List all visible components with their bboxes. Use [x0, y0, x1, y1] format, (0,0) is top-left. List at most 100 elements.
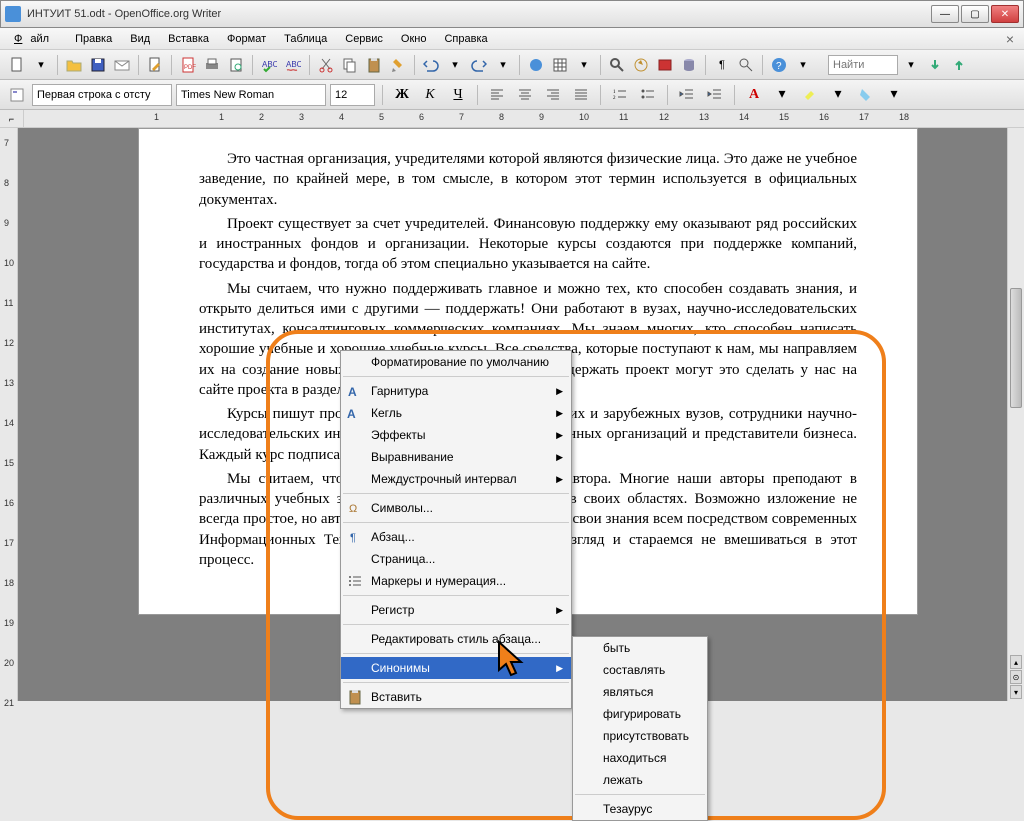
- export-pdf-button[interactable]: PDF: [177, 54, 199, 76]
- bgcolor-button[interactable]: [854, 84, 878, 106]
- preview-button[interactable]: [225, 54, 247, 76]
- ctx-symbols[interactable]: ΩСимволы...: [341, 497, 571, 519]
- prev-page-button[interactable]: ▴: [1010, 655, 1022, 669]
- synonym-item[interactable]: лежать: [573, 769, 707, 791]
- find-button[interactable]: [606, 54, 628, 76]
- paste-button[interactable]: [363, 54, 385, 76]
- ctx-default-format[interactable]: Форматирование по умолчанию: [341, 351, 571, 373]
- hyperlink-button[interactable]: [525, 54, 547, 76]
- ctx-edit-style[interactable]: Редактировать стиль абзаца...: [341, 628, 571, 650]
- search-down-button[interactable]: [924, 54, 946, 76]
- search-input[interactable]: [828, 55, 898, 75]
- menu-help[interactable]: Справка: [436, 31, 495, 47]
- bgcolor-dropdown[interactable]: ▾: [882, 84, 906, 106]
- menu-format[interactable]: Формат: [219, 31, 274, 47]
- menu-insert[interactable]: Вставка: [160, 31, 217, 47]
- new-doc-button[interactable]: [6, 54, 28, 76]
- ctx-paragraph[interactable]: ¶Абзац...: [341, 526, 571, 548]
- redo-button[interactable]: [468, 54, 490, 76]
- edit-doc-button[interactable]: [144, 54, 166, 76]
- synonym-item[interactable]: являться: [573, 681, 707, 703]
- ctx-synonyms[interactable]: Синонимы▶: [341, 657, 571, 679]
- ctx-case[interactable]: Регистр▶: [341, 599, 571, 621]
- email-button[interactable]: [111, 54, 133, 76]
- cut-button[interactable]: [315, 54, 337, 76]
- menu-service[interactable]: Сервис: [337, 31, 391, 47]
- synonym-item[interactable]: находиться: [573, 747, 707, 769]
- navigator-button[interactable]: [630, 54, 652, 76]
- ctx-size[interactable]: AКегль▶: [341, 402, 571, 424]
- menu-window[interactable]: Окно: [393, 31, 435, 47]
- synonym-item[interactable]: быть: [573, 637, 707, 659]
- redo-dropdown[interactable]: ▾: [492, 54, 514, 76]
- autospell-button[interactable]: ABC: [282, 54, 304, 76]
- ctx-font[interactable]: AГарнитура▶: [341, 380, 571, 402]
- ctx-effects[interactable]: Эффекты▶: [341, 424, 571, 446]
- align-justify-button[interactable]: [569, 84, 593, 106]
- open-button[interactable]: [63, 54, 85, 76]
- menu-view[interactable]: Вид: [122, 31, 158, 47]
- ctx-page[interactable]: Страница...: [341, 548, 571, 570]
- help-button[interactable]: ?: [768, 54, 790, 76]
- font-color-button[interactable]: A: [742, 84, 766, 106]
- next-page-button[interactable]: ▾: [1010, 685, 1022, 699]
- save-button[interactable]: [87, 54, 109, 76]
- format-brush-button[interactable]: [387, 54, 409, 76]
- vertical-scrollbar[interactable]: ▴ ⊙ ▾: [1007, 128, 1024, 701]
- search-up-button[interactable]: [948, 54, 970, 76]
- styles-window-button[interactable]: [6, 84, 28, 106]
- highlight-button[interactable]: [798, 84, 822, 106]
- italic-button[interactable]: К: [418, 84, 442, 106]
- datasources-button[interactable]: [678, 54, 700, 76]
- menu-file[interactable]: Файл: [6, 31, 65, 47]
- print-button[interactable]: [201, 54, 223, 76]
- vertical-ruler[interactable]: 7 8 9 10 11 12 13 14 15 16 17 18 19 20 2…: [0, 128, 18, 701]
- menu-edit[interactable]: Правка: [67, 31, 120, 47]
- table-button[interactable]: [549, 54, 571, 76]
- minimize-button[interactable]: ―: [931, 5, 959, 23]
- synonym-item[interactable]: присутствовать: [573, 725, 707, 747]
- font-color-dropdown[interactable]: ▾: [770, 84, 794, 106]
- table-dropdown[interactable]: ▾: [573, 54, 595, 76]
- decrease-indent-button[interactable]: [675, 84, 699, 106]
- close-button[interactable]: ✕: [991, 5, 1019, 23]
- maximize-button[interactable]: ▢: [961, 5, 989, 23]
- increase-indent-button[interactable]: [703, 84, 727, 106]
- font-name-combo[interactable]: [176, 84, 326, 106]
- font-size-combo[interactable]: [330, 84, 375, 106]
- close-document-button[interactable]: ×: [1002, 31, 1018, 47]
- gallery-button[interactable]: [654, 54, 676, 76]
- ctx-bullets[interactable]: Маркеры и нумерация...: [341, 570, 571, 592]
- highlight-dropdown[interactable]: ▾: [826, 84, 850, 106]
- thesaurus-item[interactable]: Тезаурус: [573, 798, 707, 820]
- undo-dropdown[interactable]: ▾: [444, 54, 466, 76]
- align-center-button[interactable]: [513, 84, 537, 106]
- search-dropdown[interactable]: ▾: [900, 54, 922, 76]
- nonprinting-button[interactable]: ¶: [711, 54, 733, 76]
- svg-text:Ω: Ω: [349, 503, 357, 515]
- spellcheck-button[interactable]: ABC: [258, 54, 280, 76]
- paragraph[interactable]: Это частная организация, учредителями ко…: [199, 149, 857, 210]
- scroll-thumb[interactable]: [1010, 288, 1022, 408]
- underline-button[interactable]: Ч: [446, 84, 470, 106]
- nav-circle-button[interactable]: ⊙: [1010, 670, 1022, 684]
- horizontal-ruler[interactable]: 1 1 2 3 4 5 6 7 8 9 10 11 12 13 14 15 16…: [24, 110, 1024, 128]
- paragraph[interactable]: Проект существует за счет учредителей. Ф…: [199, 214, 857, 275]
- synonym-item[interactable]: составлять: [573, 659, 707, 681]
- copy-button[interactable]: [339, 54, 361, 76]
- align-left-button[interactable]: [485, 84, 509, 106]
- bold-button[interactable]: Ж: [390, 84, 414, 106]
- ctx-paste[interactable]: Вставить: [341, 686, 571, 708]
- align-right-button[interactable]: [541, 84, 565, 106]
- bullet-list-button[interactable]: [636, 84, 660, 106]
- numbered-list-button[interactable]: 12: [608, 84, 632, 106]
- zoom-button[interactable]: [735, 54, 757, 76]
- ctx-linespace[interactable]: Междустрочный интервал▶: [341, 468, 571, 490]
- paragraph-style-combo[interactable]: [32, 84, 172, 106]
- menu-table[interactable]: Таблица: [276, 31, 335, 47]
- synonym-item[interactable]: фигурировать: [573, 703, 707, 725]
- new-dropdown[interactable]: ▾: [30, 54, 52, 76]
- undo-button[interactable]: [420, 54, 442, 76]
- toolbar-more[interactable]: ▾: [792, 54, 814, 76]
- ctx-align[interactable]: Выравнивание▶: [341, 446, 571, 468]
